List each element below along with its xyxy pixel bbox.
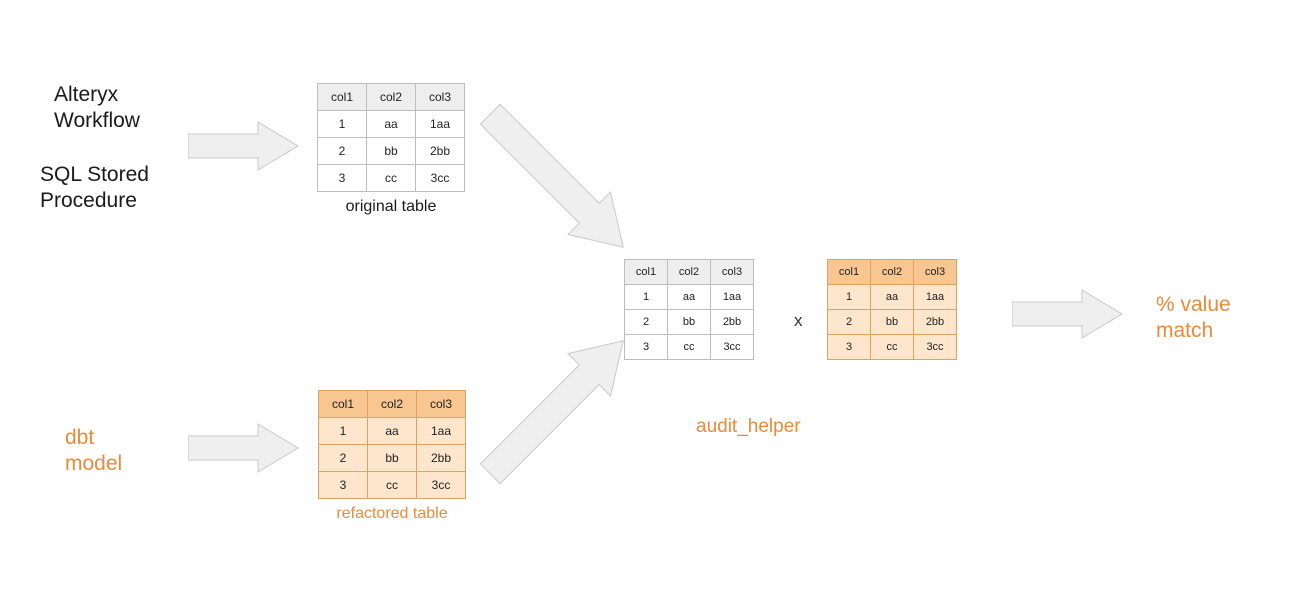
label-result-value-match: % value match bbox=[1156, 292, 1231, 345]
col-header: col1 bbox=[828, 260, 871, 285]
col-header: col1 bbox=[319, 391, 368, 418]
cell: 3 bbox=[828, 335, 871, 360]
table-row: 2 bb 2bb bbox=[828, 310, 957, 335]
cell: 3 bbox=[319, 472, 368, 499]
table-row: 1 aa 1aa bbox=[625, 285, 754, 310]
cell: 2bb bbox=[711, 310, 754, 335]
cell: 3cc bbox=[417, 472, 466, 499]
arrow-right-icon bbox=[188, 418, 300, 478]
compare-right-table: col1 col2 col3 1 aa 1aa 2 bb 2bb 3 cc 3c… bbox=[827, 259, 957, 360]
col-header: col3 bbox=[417, 391, 466, 418]
original-table-caption: original table bbox=[317, 198, 465, 216]
cell: 2 bbox=[319, 445, 368, 472]
cell: cc bbox=[668, 335, 711, 360]
cell: 3 bbox=[318, 165, 367, 192]
table-row: 1 aa 1aa bbox=[828, 285, 957, 310]
cell: cc bbox=[871, 335, 914, 360]
compare-right-table-group: col1 col2 col3 1 aa 1aa 2 bb 2bb 3 cc 3c… bbox=[827, 259, 957, 360]
cell: bb bbox=[368, 445, 417, 472]
col-header: col2 bbox=[871, 260, 914, 285]
table-header-row: col1 col2 col3 bbox=[318, 84, 465, 111]
cell: 1 bbox=[828, 285, 871, 310]
refactored-table: col1 col2 col3 1 aa 1aa 2 bb 2bb 3 cc 3c… bbox=[318, 390, 466, 499]
col-header: col2 bbox=[668, 260, 711, 285]
cell: aa bbox=[871, 285, 914, 310]
arrow-diag-up-right-icon bbox=[476, 328, 646, 498]
cell: 3cc bbox=[711, 335, 754, 360]
refactored-table-caption: refactored table bbox=[318, 505, 466, 523]
cell: cc bbox=[367, 165, 416, 192]
col-header: col3 bbox=[711, 260, 754, 285]
table-row: 3 cc 3cc bbox=[319, 472, 466, 499]
original-table: col1 col2 col3 1 aa 1aa 2 bb 2bb 3 cc 3c… bbox=[317, 83, 465, 192]
cell: 3cc bbox=[914, 335, 957, 360]
cell: cc bbox=[368, 472, 417, 499]
original-table-group: col1 col2 col3 1 aa 1aa 2 bb 2bb 3 cc 3c… bbox=[317, 83, 465, 216]
arrow-right-icon bbox=[1012, 284, 1124, 344]
cell: bb bbox=[871, 310, 914, 335]
label-sql-stored-procedure: SQL Stored Procedure bbox=[40, 162, 149, 215]
table-row: 1 aa 1aa bbox=[319, 418, 466, 445]
cell: 2bb bbox=[416, 138, 465, 165]
cell: aa bbox=[668, 285, 711, 310]
cell: bb bbox=[367, 138, 416, 165]
label-audit-helper: audit_helper bbox=[696, 416, 801, 438]
col-header: col2 bbox=[368, 391, 417, 418]
table-row: 2 bb 2bb bbox=[319, 445, 466, 472]
table-header-row: col1 col2 col3 bbox=[828, 260, 957, 285]
col-header: col3 bbox=[914, 260, 957, 285]
cell: 2bb bbox=[417, 445, 466, 472]
cell: 1aa bbox=[417, 418, 466, 445]
cell: aa bbox=[368, 418, 417, 445]
col-header: col1 bbox=[318, 84, 367, 111]
table-header-row: col1 col2 col3 bbox=[319, 391, 466, 418]
cell: 1aa bbox=[711, 285, 754, 310]
cell: 1aa bbox=[416, 111, 465, 138]
cell: 2 bbox=[828, 310, 871, 335]
col-header: col2 bbox=[367, 84, 416, 111]
cell: 2bb bbox=[914, 310, 957, 335]
table-row: 1 aa 1aa bbox=[318, 111, 465, 138]
cell: 3cc bbox=[416, 165, 465, 192]
cell: bb bbox=[668, 310, 711, 335]
table-row: 3 cc 3cc bbox=[828, 335, 957, 360]
compare-operator-x: x bbox=[794, 311, 803, 331]
arrow-right-icon bbox=[188, 116, 300, 176]
table-row: 3 cc 3cc bbox=[318, 165, 465, 192]
cell: 1aa bbox=[914, 285, 957, 310]
refactored-table-group: col1 col2 col3 1 aa 1aa 2 bb 2bb 3 cc 3c… bbox=[318, 390, 466, 523]
label-alteryx-workflow: Alteryx Workflow bbox=[54, 82, 140, 135]
cell: aa bbox=[367, 111, 416, 138]
arrow-diag-down-right-icon bbox=[476, 100, 646, 270]
cell: 2 bbox=[318, 138, 367, 165]
label-dbt-model: dbt model bbox=[65, 425, 122, 478]
cell: 1 bbox=[625, 285, 668, 310]
cell: 1 bbox=[318, 111, 367, 138]
table-row: 2 bb 2bb bbox=[318, 138, 465, 165]
col-header: col3 bbox=[416, 84, 465, 111]
cell: 1 bbox=[319, 418, 368, 445]
